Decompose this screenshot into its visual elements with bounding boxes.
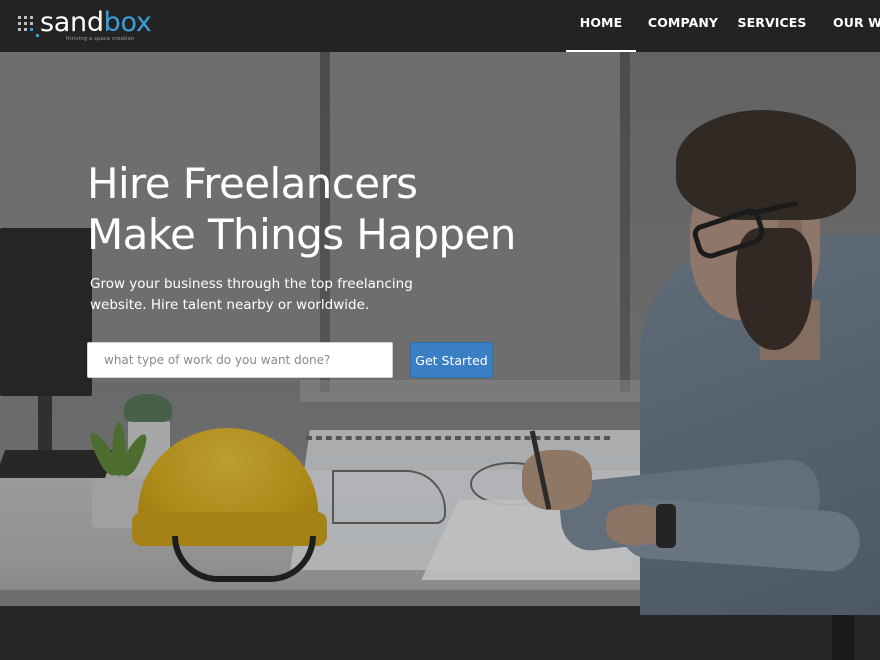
hero-subtitle-line: website. Hire talent nearby or worldwide…: [90, 297, 370, 313]
nav-item-our-work[interactable]: OUR WO: [824, 0, 880, 52]
work-search-input[interactable]: [87, 342, 393, 378]
hero-title-line: Hire Freelancers: [87, 159, 418, 208]
logo-tagline: thriving a space creation: [66, 36, 135, 42]
nav-item-home[interactable]: HOME: [566, 0, 636, 52]
logo-word-box: box: [103, 7, 152, 38]
get-started-button[interactable]: Get Started: [410, 342, 493, 378]
hero-dark-overlay: [0, 0, 880, 660]
main-nav: HOME COMPANY SERVICES OUR WO: [566, 0, 880, 52]
site-header: sandbox thriving a space creation HOME C…: [0, 0, 880, 52]
nav-item-services[interactable]: SERVICES: [736, 0, 808, 52]
logo-wordmark: sandbox: [40, 7, 152, 39]
logo-word-sand: sand: [40, 7, 104, 38]
nav-item-company[interactable]: COMPANY: [646, 0, 720, 52]
hero-background-image: [0, 0, 880, 660]
hero-title-line: Make Things Happen: [87, 210, 516, 259]
logo-dots-icon: [18, 16, 39, 38]
hero-title: Hire Freelancers Make Things Happen: [87, 158, 516, 260]
hero-subtitle: Grow your business through the top freel…: [90, 274, 413, 316]
hero-subtitle-line: Grow your business through the top freel…: [90, 276, 413, 292]
